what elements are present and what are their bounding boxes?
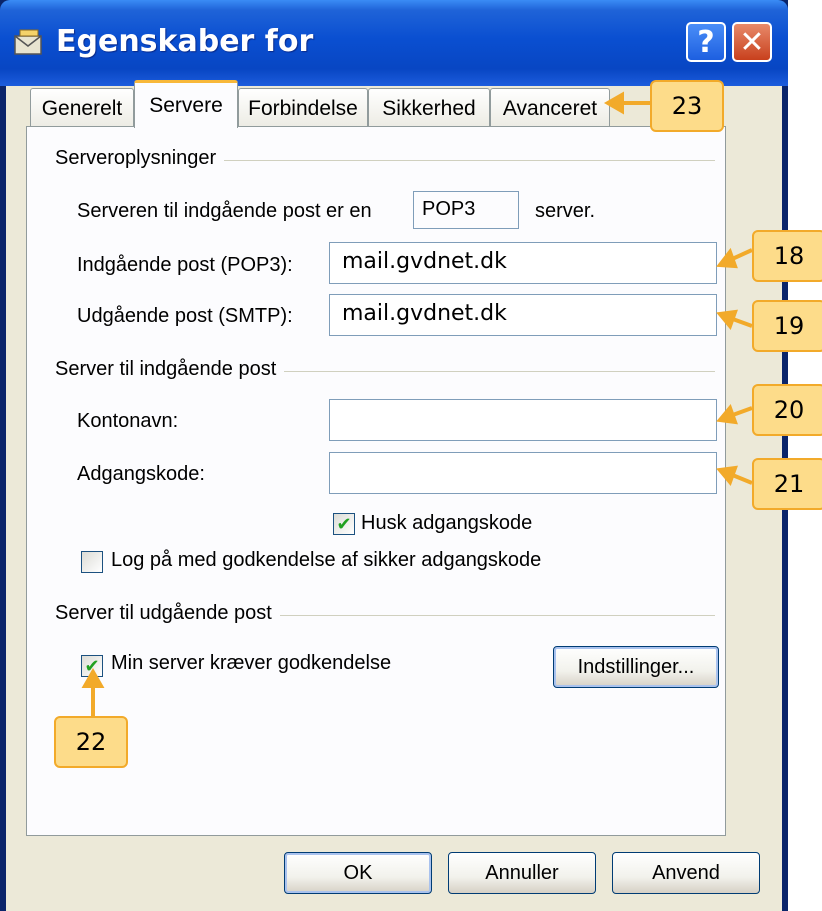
callout-23: 23	[650, 80, 724, 132]
arrow-23	[603, 91, 624, 115]
callout-19: 19	[752, 300, 822, 352]
arrow-19	[716, 309, 738, 330]
arrow-22	[81, 667, 105, 688]
callout-21: 21	[752, 458, 822, 510]
arrow-21	[716, 465, 738, 486]
callout-arrows	[81, 91, 753, 716]
callout-18: 18	[752, 230, 822, 282]
arrow-18	[716, 247, 738, 269]
arrow-20	[716, 404, 738, 425]
callout-22: 22	[54, 716, 128, 768]
callout-20: 20	[752, 384, 822, 436]
